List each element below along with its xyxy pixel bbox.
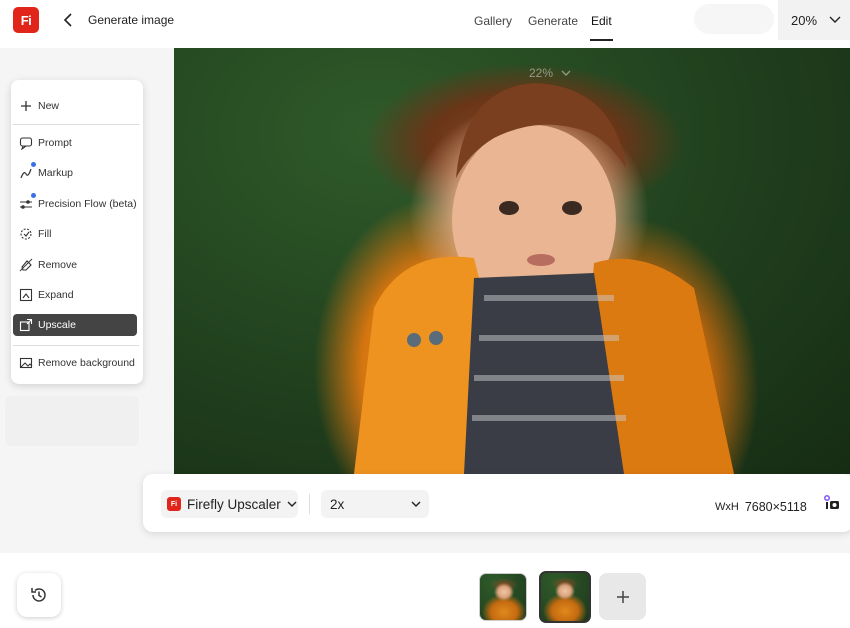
- model-value: Firefly Upscaler: [187, 496, 281, 512]
- tool-expand[interactable]: Expand: [13, 284, 137, 306]
- tool-label: Remove background: [38, 357, 135, 369]
- image-canvas[interactable]: 22%: [174, 48, 850, 474]
- scale-dropdown[interactable]: 2x: [321, 490, 429, 518]
- dimensions-value: 7680×5118: [744, 500, 807, 514]
- top-header: Fi Generate image Gallery Generate Edit …: [0, 0, 850, 48]
- model-dropdown[interactable]: Fi Firefly Upscaler: [161, 490, 298, 518]
- tool-upscale[interactable]: Upscale: [13, 314, 137, 336]
- chevron-down-icon: [411, 501, 421, 507]
- tool-divider: [13, 124, 139, 125]
- zoom-dropdown[interactable]: 20%: [778, 0, 850, 40]
- back-button[interactable]: [60, 10, 76, 30]
- canvas-zoom-overlay: 22%: [529, 66, 571, 80]
- tool-panel: New Prompt Markup Precision Flow (beta) …: [11, 80, 143, 384]
- plus-icon: [616, 590, 629, 603]
- tool-label: Prompt: [38, 137, 72, 149]
- canvas-zoom-value: 22%: [529, 66, 554, 80]
- eraser-icon: [19, 258, 33, 272]
- firefly-logo[interactable]: Fi: [13, 7, 39, 33]
- tool-label: New: [38, 100, 60, 112]
- tab-generate[interactable]: Generate: [528, 14, 578, 41]
- panel-shadow: [5, 396, 139, 446]
- upscale-icon: [19, 318, 33, 332]
- footer-bar: [0, 553, 850, 628]
- page-title: Generate image: [88, 13, 175, 27]
- tool-markup[interactable]: Markup: [13, 162, 137, 184]
- add-variation-button[interactable]: [599, 573, 646, 620]
- variation-thumbnail-1[interactable]: [479, 573, 527, 621]
- chevron-down-icon: [287, 501, 297, 507]
- chevron-down-icon: [829, 16, 841, 23]
- prompt-icon: [19, 137, 33, 150]
- new-badge-dot: [31, 193, 36, 198]
- credits-icon[interactable]: [822, 494, 840, 512]
- tool-label: Remove: [38, 259, 78, 271]
- chevron-left-icon: [63, 13, 72, 27]
- tool-remove-background[interactable]: Remove background: [13, 352, 137, 374]
- new-badge-dot: [31, 162, 36, 167]
- tool-divider: [13, 345, 139, 346]
- chevron-down-icon: [561, 70, 571, 76]
- fill-icon: [20, 228, 32, 240]
- firefly-mini-logo: Fi: [167, 497, 181, 511]
- tool-fill[interactable]: Fill: [13, 223, 137, 245]
- history-icon: [31, 588, 46, 602]
- tool-precision-flow[interactable]: Precision Flow (beta): [13, 193, 137, 215]
- header-placeholder-pill: [694, 4, 774, 34]
- zoom-value: 20%: [791, 12, 818, 28]
- dimensions-label: WxH: [715, 501, 739, 513]
- tab-edit[interactable]: Edit: [590, 14, 613, 41]
- expand-icon: [19, 288, 33, 302]
- sliders-icon: [20, 200, 32, 209]
- scale-value: 2x: [330, 496, 345, 512]
- tool-label: Expand: [38, 289, 74, 301]
- tool-label: Markup: [38, 167, 74, 179]
- history-button[interactable]: [17, 573, 61, 617]
- tool-remove[interactable]: Remove: [13, 254, 137, 276]
- tab-gallery[interactable]: Gallery: [474, 14, 512, 41]
- tool-prompt[interactable]: Prompt: [13, 132, 137, 154]
- markup-icon: [20, 168, 32, 179]
- tool-label: Precision Flow (beta): [38, 198, 137, 210]
- upscale-options-bar: Fi Firefly Upscaler 2x WxH 7680×5118: [143, 474, 850, 532]
- tool-new[interactable]: New: [13, 95, 137, 117]
- image-icon: [19, 357, 33, 369]
- tool-label: Upscale: [38, 319, 76, 331]
- options-divider: [309, 494, 310, 514]
- output-dimensions: WxH 7680×5118: [715, 500, 807, 514]
- photo-subject: [354, 83, 734, 474]
- variation-thumbnail-2-selected[interactable]: [539, 571, 591, 623]
- tool-label: Fill: [38, 228, 52, 240]
- plus-icon: [21, 101, 31, 111]
